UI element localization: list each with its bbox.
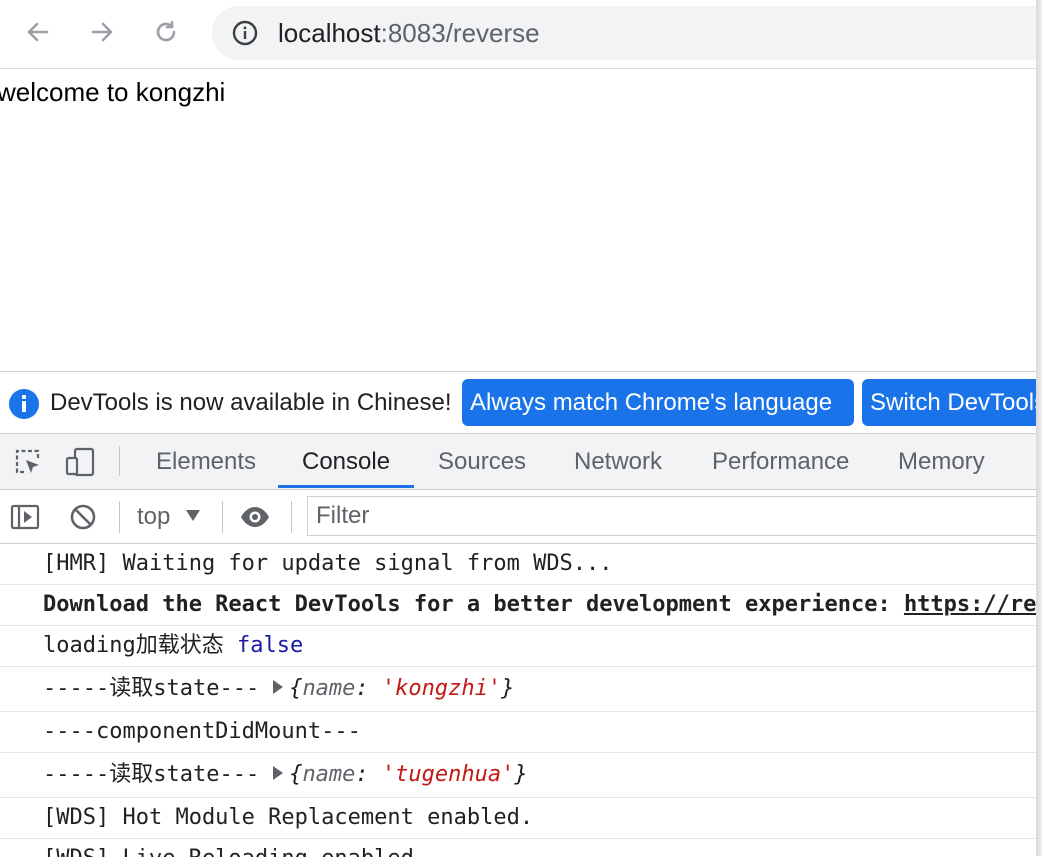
toolbar-divider [222,501,223,533]
devtools-tab-bar: Elements Console Sources Network Perform… [0,434,1042,490]
log-boolean: false [236,633,304,658]
react-devtools-link[interactable]: https://reactjs.org/link/react-devtools [904,592,1042,617]
filter-input[interactable] [308,497,1042,535]
url-path: :8083/reverse [380,18,540,48]
console-message: -----读取state--- {name: 'kongzhi'} [0,667,1042,712]
window-edge-shadow [1036,0,1042,856]
reload-icon [156,20,176,42]
active-tab-indicator [278,485,414,488]
reload-button[interactable] [148,14,184,50]
browser-toolbar: localhost:8083/reverse [0,0,1042,69]
log-text: ----componentDidMount--- [43,719,361,744]
console-message: [WDS] Hot Module Replacement enabled. [0,798,1042,839]
log-text: [WDS] Hot Module Replacement enabled. [43,805,534,830]
tab-memory[interactable]: Memory [898,434,985,489]
tab-network[interactable]: Network [574,434,662,489]
toolbar-divider [119,501,120,533]
language-infobar: DevTools is now available in Chinese! Al… [0,372,1042,434]
console-message: Download the React DevTools for a better… [0,585,1042,626]
tab-elements[interactable]: Elements [156,434,256,489]
tab-console[interactable]: Console [302,434,390,489]
console-message: ----componentDidMount--- [0,712,1042,753]
toolbar-divider [291,501,292,533]
info-icon [9,389,39,419]
expand-triangle-icon[interactable] [273,680,284,694]
log-text: Download the React DevTools for a better… [43,592,904,617]
url-host: localhost [278,18,381,48]
back-arrow-icon [27,22,49,42]
log-text: -----读取state--- [43,762,260,787]
expand-triangle-icon[interactable] [273,766,284,780]
tab-sources[interactable]: Sources [438,434,526,489]
log-text: -----读取state--- [43,676,260,701]
console-message: [WDS] Live Reloading enabled. [0,839,1042,857]
always-match-language-button[interactable]: Always match Chrome's language [462,379,854,426]
context-selector[interactable]: top [137,490,170,543]
device-toolbar-icon[interactable] [64,446,96,478]
log-text: [HMR] Waiting for update signal from WDS… [43,551,613,576]
filter-field[interactable] [307,496,1042,536]
console-message: -----读取state--- {name: 'tugenhua'} [0,753,1042,798]
live-expression-eye-icon[interactable] [239,501,271,533]
console-messages: [HMR] Waiting for update signal from WDS… [0,544,1042,857]
inspect-element-icon[interactable] [12,446,44,478]
log-text: [WDS] Live Reloading enabled. [43,846,427,857]
welcome-text: welcome to kongzhi [0,77,226,107]
page-viewport: welcome to kongzhi [0,69,1042,371]
url-text: localhost:8083/reverse [278,6,540,60]
log-text: loading加载状态 [43,633,224,658]
site-info-icon[interactable] [232,20,258,46]
object-key: name [302,676,356,701]
switch-devtools-button[interactable]: Switch DevTools to Chinese [862,379,1042,426]
tab-performance[interactable]: Performance [712,434,849,489]
console-message: [HMR] Waiting for update signal from WDS… [0,544,1042,585]
sidebar-toggle-icon[interactable] [9,501,41,533]
devtools-panel: DevTools is now available in Chinese! Al… [0,371,1042,857]
language-message: DevTools is now available in Chinese! [50,389,452,416]
forward-arrow-icon [91,22,113,42]
back-button[interactable] [20,14,56,50]
console-message: loading加载状态 false [0,626,1042,667]
object-key: name [302,762,356,787]
object-value: 'tugenhua' [381,762,515,787]
chevron-down-icon [186,510,200,521]
address-bar[interactable]: localhost:8083/reverse [212,6,1042,60]
forward-button[interactable] [84,14,120,50]
object-value: 'kongzhi' [381,676,502,701]
clear-console-icon[interactable] [67,501,99,533]
console-toolbar: top [0,490,1042,544]
tabs-divider [119,446,120,476]
